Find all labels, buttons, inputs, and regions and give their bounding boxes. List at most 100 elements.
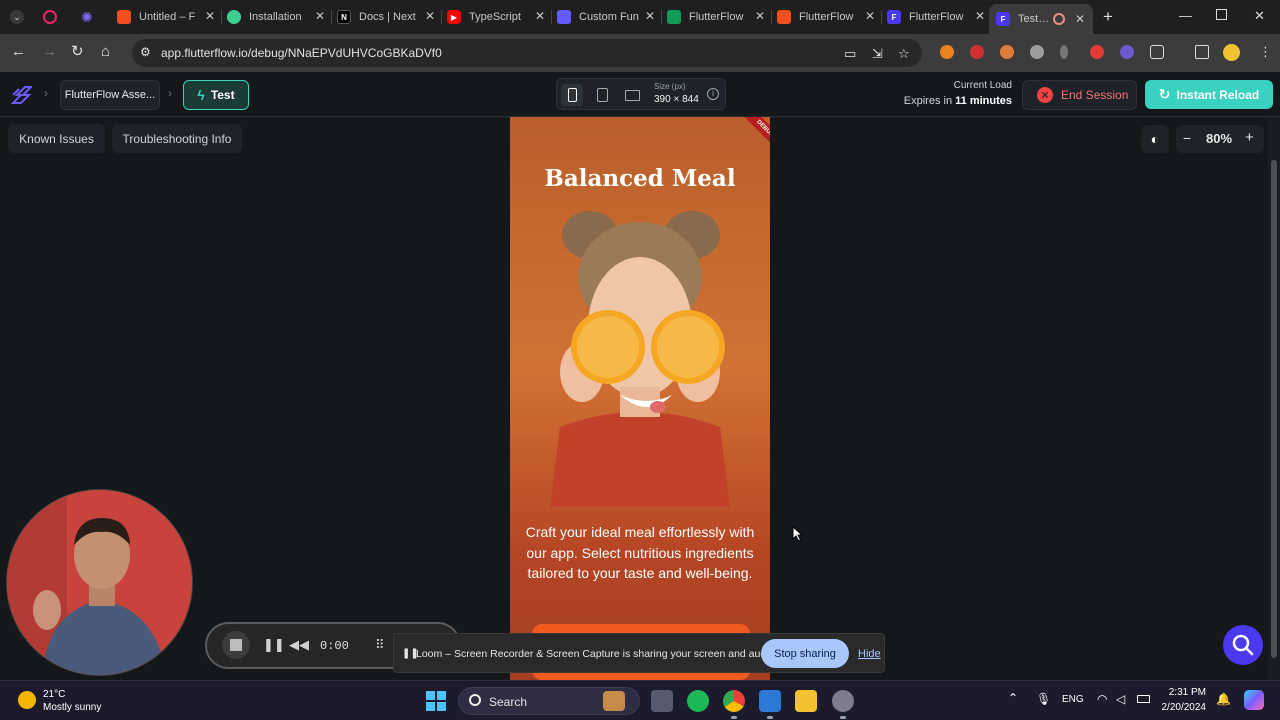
close-icon[interactable]: ✕: [425, 9, 435, 23]
site-info-icon[interactable]: ⚙: [140, 45, 156, 61]
tab-typescript[interactable]: ▶ TypeScript ✕: [447, 4, 551, 30]
close-icon[interactable]: ✕: [205, 9, 215, 23]
close-icon[interactable]: ✕: [865, 9, 875, 23]
stop-recording-button[interactable]: [222, 631, 250, 659]
windows-start-icon[interactable]: [426, 691, 446, 711]
clock-date[interactable]: 2/20/2024: [1162, 702, 1207, 713]
close-icon[interactable]: ✕: [535, 9, 545, 23]
browser-menu-icon[interactable]: ⋮: [1259, 44, 1272, 60]
extensions-puzzle-icon[interactable]: [1150, 45, 1164, 59]
hide-banner-link[interactable]: Hide: [858, 648, 881, 660]
forward-icon[interactable]: →: [42, 44, 57, 60]
copilot-icon[interactable]: [1244, 690, 1264, 710]
project-name-button[interactable]: FlutterFlow Asse...: [60, 80, 160, 110]
stop-sharing-button[interactable]: Stop sharing: [761, 639, 849, 668]
info-icon[interactable]: i: [707, 88, 719, 100]
troubleshooting-info-button[interactable]: Troubleshooting Info: [112, 124, 242, 153]
zoom-in-button[interactable]: +: [1245, 129, 1254, 146]
zoom-control: − 80% +: [1176, 125, 1264, 153]
extension-flask-icon[interactable]: [1060, 45, 1068, 59]
drag-handle-icon[interactable]: ⠿: [375, 637, 385, 653]
weather-temperature[interactable]: 21°C: [43, 689, 65, 700]
tray-chevron-icon[interactable]: ⌃: [1008, 691, 1018, 705]
tab-installation[interactable]: Installation ✕: [227, 4, 331, 30]
extension-purple-icon[interactable]: [1120, 45, 1134, 59]
close-icon[interactable]: ✕: [975, 9, 985, 23]
chrome-icon[interactable]: [723, 690, 745, 719]
wifi-icon[interactable]: ◠: [1097, 692, 1107, 706]
tab-flutterflow-2[interactable]: FlutterFlow ✕: [777, 4, 881, 30]
tab-flutterflow-3[interactable]: F FlutterFlow ✕: [887, 4, 991, 30]
camera-icon[interactable]: ▭: [844, 46, 856, 62]
volume-icon[interactable]: ◁: [1116, 692, 1125, 706]
microphone-icon[interactable]: 🎙: [1036, 692, 1051, 706]
metamask-icon[interactable]: [940, 45, 954, 59]
task-view-icon[interactable]: [651, 690, 673, 712]
extension-gray-icon[interactable]: [1030, 45, 1044, 59]
clock-time[interactable]: 2:31 PM: [1169, 687, 1206, 698]
extension-red-icon[interactable]: [970, 45, 984, 59]
close-icon[interactable]: ✕: [315, 9, 325, 23]
install-app-icon[interactable]: ⇲: [872, 46, 883, 62]
tab-custom-fun[interactable]: Custom Fun ✕: [557, 4, 661, 30]
loom-extension-icon[interactable]: [1090, 45, 1104, 59]
tablet-device-button[interactable]: [591, 84, 613, 106]
vscode-icon[interactable]: [759, 690, 781, 719]
test-mode-button[interactable]: ϟ Test: [183, 80, 249, 110]
youtube-icon: ▶: [447, 10, 461, 24]
notification-bell-icon[interactable]: 🔔: [1216, 692, 1231, 706]
pause-icon[interactable]: ❚❚: [263, 637, 285, 653]
recording-icon[interactable]: [43, 10, 57, 24]
dark-mode-toggle[interactable]: ◐: [1141, 125, 1169, 153]
zoom-out-button[interactable]: −: [1183, 130, 1191, 146]
home-icon[interactable]: ⌂: [101, 44, 110, 60]
zoom-level: 80%: [1206, 131, 1233, 146]
rewind-icon[interactable]: ◀◀: [289, 637, 309, 653]
close-circle-icon: ✕: [1037, 87, 1053, 103]
pinned-tab-icon[interactable]: ✺: [81, 9, 93, 26]
phone-device-button[interactable]: [561, 84, 583, 106]
tab-test-mode-active[interactable]: F Test Mo ✕: [989, 4, 1093, 34]
battery-icon[interactable]: [1137, 695, 1150, 703]
tab-untitled[interactable]: Untitled – F ✕: [117, 4, 221, 30]
close-icon[interactable]: ✕: [645, 9, 655, 23]
side-panel-icon[interactable]: [1195, 45, 1209, 59]
sun-icon[interactable]: [18, 691, 36, 709]
webcam-bubble[interactable]: [6, 489, 193, 676]
desktop-device-button[interactable]: [621, 84, 643, 106]
reload-icon[interactable]: ↻: [71, 44, 84, 60]
taskbar-search[interactable]: Search: [458, 687, 640, 715]
app-icon[interactable]: [832, 690, 854, 719]
bookmark-star-icon[interactable]: ☆: [898, 46, 910, 62]
window-close-button[interactable]: ✕: [1254, 8, 1265, 24]
floating-search-button[interactable]: [1223, 625, 1263, 665]
weather-condition[interactable]: Mostly sunny: [43, 702, 101, 713]
woman-with-oranges-image: [550, 211, 730, 507]
tab-search-icon[interactable]: ⌄: [10, 10, 24, 24]
address-bar[interactable]: ⚙ app.flutterflow.io/debug/NNaEPVdUHVCoG…: [132, 39, 922, 67]
phone-preview[interactable]: DEBUG Balanced Meal Craft your ideal mea…: [510, 117, 770, 680]
chevron-right-icon: ›: [44, 86, 48, 100]
minimize-button[interactable]: —: [1179, 8, 1192, 23]
profile-avatar[interactable]: [1223, 44, 1240, 61]
restore-button[interactable]: [1216, 9, 1227, 20]
back-icon[interactable]: ←: [11, 44, 26, 60]
file-explorer-icon[interactable]: [795, 690, 817, 712]
flutterflow-logo-icon[interactable]: [10, 83, 32, 105]
tab-docs-next[interactable]: N Docs | Next ✕: [337, 4, 441, 30]
scrollbar-thumb[interactable]: [1271, 160, 1277, 658]
figma-icon: [777, 10, 791, 24]
tab-flutterflow-1[interactable]: FlutterFlow ✕: [667, 4, 771, 30]
close-icon[interactable]: ✕: [755, 9, 765, 23]
spotify-icon[interactable]: [687, 690, 709, 712]
close-icon[interactable]: ✕: [1075, 12, 1085, 26]
known-issues-button[interactable]: Known Issues: [8, 124, 105, 153]
end-session-button[interactable]: ✕ End Session: [1022, 80, 1137, 110]
windows-taskbar: 21°C Mostly sunny Search ⌃ 🎙 ENG ◠ ◁ 2:3…: [0, 680, 1280, 720]
language-indicator[interactable]: ENG: [1062, 694, 1084, 705]
instant-reload-button[interactable]: ↻ Instant Reload: [1145, 80, 1273, 109]
new-tab-button[interactable]: +: [1103, 7, 1113, 27]
url-text[interactable]: app.flutterflow.io/debug/NNaEPVdUHVCoGBK…: [161, 46, 442, 60]
cookie-icon[interactable]: [1000, 45, 1014, 59]
browser-tab-strip: ⌄ ✺ Untitled – F ✕ Installation ✕ N Docs…: [0, 0, 1280, 34]
